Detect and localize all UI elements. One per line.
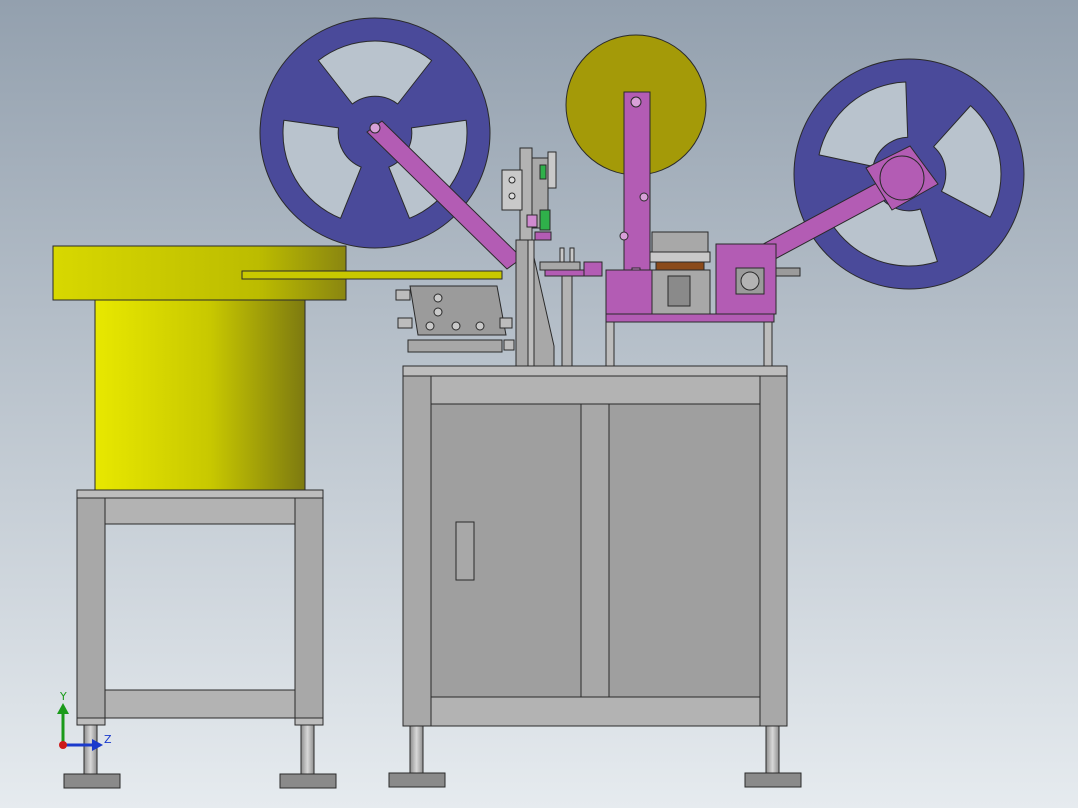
- linear-feed-track: [241, 270, 503, 280]
- cabinet-door-left[interactable]: [430, 403, 582, 698]
- main-machine-cabinet[interactable]: [402, 365, 788, 727]
- axis-z-label: Z: [104, 733, 112, 746]
- cabinet-door-handle[interactable]: [455, 521, 475, 581]
- axis-y-label: Y: [59, 690, 67, 703]
- cabinet-door-right[interactable]: [608, 403, 761, 698]
- cabinet-center-mullion: [580, 403, 610, 698]
- cabinet-bottom-rail: [430, 696, 761, 727]
- cad-viewport[interactable]: Y Z: [0, 0, 1078, 808]
- cabinet-top-rail: [430, 375, 761, 405]
- cabinet-top-plate: [402, 365, 788, 377]
- machine-assembly-drawing: Y Z: [0, 0, 1078, 808]
- feeder-drive-base: [94, 299, 306, 491]
